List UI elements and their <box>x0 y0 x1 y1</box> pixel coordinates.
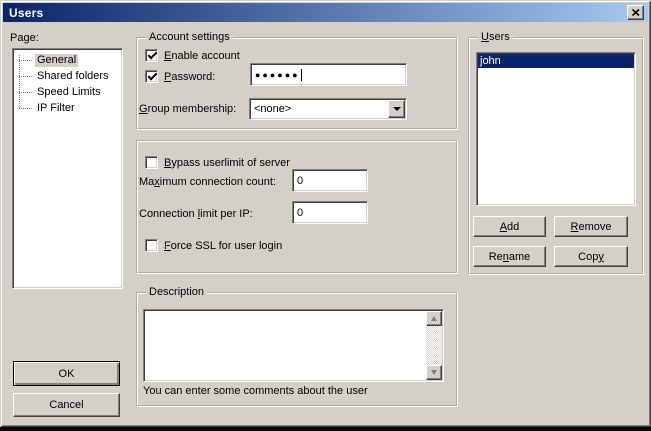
combo-dropdown-button[interactable] <box>388 100 405 118</box>
copy-button-label: Copy <box>578 251 604 263</box>
ok-button-label: OK <box>59 368 75 380</box>
remove-button[interactable]: Remove <box>554 216 628 237</box>
connection-limit-per-ip-label: Connection limit per IP: <box>139 208 253 221</box>
description-group-title: Description <box>146 286 207 299</box>
tree-item-label: General <box>35 54 78 67</box>
chevron-down-icon <box>393 107 401 111</box>
rename-button[interactable]: Rename <box>473 246 546 267</box>
description-hint: You can enter some comments about the us… <box>143 385 368 398</box>
window-title: Users <box>9 6 43 20</box>
connection-limit-per-ip-value: 0 <box>297 207 303 219</box>
users-dialog: Users Page: General Shared folders Speed… <box>0 0 651 427</box>
page-label: Page: <box>10 32 39 45</box>
page-tree[interactable]: General Shared folders Speed Limits IP F… <box>12 48 123 289</box>
tree-item-label: Shared folders <box>35 70 111 83</box>
cancel-button[interactable]: Cancel <box>13 393 120 417</box>
enable-account-checkbox[interactable] <box>145 49 158 62</box>
tree-item-label: Speed Limits <box>35 86 103 99</box>
description-input[interactable] <box>143 309 444 382</box>
copy-button[interactable]: Copy <box>554 246 628 267</box>
max-connection-count-value: 0 <box>297 175 303 187</box>
scroll-down-icon <box>431 370 437 375</box>
remove-button-label: Remove <box>571 221 612 233</box>
scroll-down-button[interactable] <box>426 365 442 380</box>
bypass-userlimit-checkbox[interactable] <box>145 156 158 169</box>
password-masked-value: ●●●●●● <box>255 70 300 80</box>
tree-item-speed-limits[interactable]: Speed Limits <box>13 84 122 100</box>
tree-item-ip-filter[interactable]: IP Filter <box>13 100 122 116</box>
users-list[interactable]: john <box>476 52 636 206</box>
force-ssl-checkbox[interactable] <box>145 239 158 252</box>
scroll-up-icon <box>431 316 437 321</box>
list-item-john[interactable]: john <box>478 54 634 68</box>
max-connection-count-input[interactable]: 0 <box>292 169 368 192</box>
enable-account-label: Enable account <box>164 50 240 63</box>
password-label: Password: <box>164 71 215 84</box>
scroll-up-button[interactable] <box>426 311 442 326</box>
connection-limit-per-ip-input[interactable]: 0 <box>292 201 368 224</box>
vertical-scrollbar[interactable] <box>426 311 442 380</box>
tree-branch-icon <box>19 92 32 93</box>
group-membership-value: <none> <box>254 103 291 115</box>
account-settings-group-title: Account settings <box>146 31 233 44</box>
close-icon <box>632 9 640 16</box>
desktop-background <box>0 427 651 431</box>
rename-button-label: Rename <box>489 251 531 263</box>
group-membership-label: Group membership: <box>139 103 236 116</box>
add-button[interactable]: Add <box>473 216 546 237</box>
password-checkbox[interactable] <box>145 70 158 83</box>
bypass-userlimit-label: Bypass userlimit of server <box>164 157 290 170</box>
max-connection-count-label: Maximum connection count: <box>139 176 276 189</box>
add-button-label: Add <box>500 221 520 233</box>
force-ssl-label: Force SSL for user login <box>164 240 282 253</box>
description-value <box>146 312 424 379</box>
ok-button[interactable]: OK <box>13 361 120 386</box>
tree-item-general[interactable]: General <box>13 52 122 68</box>
title-bar[interactable]: Users <box>3 3 648 22</box>
tree-branch-icon <box>19 76 32 77</box>
users-group-title: Users <box>478 31 513 44</box>
text-caret <box>301 69 302 81</box>
tree-branch-icon <box>19 108 32 109</box>
tree-item-label: IP Filter <box>35 102 77 115</box>
tree-item-shared-folders[interactable]: Shared folders <box>13 68 122 84</box>
group-membership-select[interactable]: <none> <box>249 98 407 120</box>
tree-branch-icon <box>19 60 32 61</box>
close-button[interactable] <box>627 5 644 20</box>
cancel-button-label: Cancel <box>49 399 83 411</box>
password-input[interactable]: ●●●●●● <box>250 63 407 86</box>
